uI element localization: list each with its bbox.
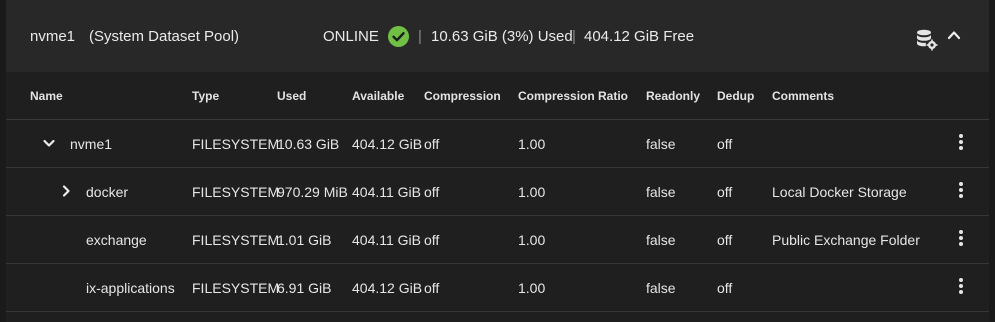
dataset-ratio: 1.00 xyxy=(518,136,546,152)
pool-header: nvme1 (System Dataset Pool) ONLINE | 10.… xyxy=(6,0,989,72)
dataset-ratio: 1.00 xyxy=(518,184,546,200)
column-available[interactable]: Available xyxy=(352,89,404,103)
pool-used: 10.63 GiB (3%) Used xyxy=(431,28,573,45)
dataset-type: FILESYSTEM xyxy=(192,184,280,200)
dataset-comments: Local Docker Storage xyxy=(772,184,907,200)
pool-status: ONLINE xyxy=(323,28,379,45)
dataset-readonly: false xyxy=(646,232,676,248)
dataset-name: exchange xyxy=(86,232,147,248)
header-separator: | xyxy=(572,28,576,45)
dataset-name: docker xyxy=(86,184,129,200)
pool-panel: nvme1 (System Dataset Pool) ONLINE | 10.… xyxy=(6,0,989,322)
chevron-up-icon[interactable] xyxy=(946,28,962,42)
pool-role: (System Dataset Pool) xyxy=(89,28,240,45)
dataset-name: ix-applications xyxy=(86,280,175,296)
dataset-name: nvme1 xyxy=(70,136,113,152)
column-type[interactable]: Type xyxy=(192,89,219,103)
column-name[interactable]: Name xyxy=(30,89,63,103)
dataset-type: FILESYSTEM xyxy=(192,232,280,248)
dataset-type: FILESYSTEM xyxy=(192,280,280,296)
more-vertical-icon[interactable] xyxy=(957,230,965,250)
column-readonly[interactable]: Readonly xyxy=(646,89,700,103)
table-row[interactable]: docker FILESYSTEM 970.29 MiB 404.11 GiB … xyxy=(6,168,989,216)
dataset-used: 6.91 GiB xyxy=(277,280,332,296)
dataset-compression: off xyxy=(424,184,440,200)
table-row[interactable]: nvme1 FILESYSTEM 10.63 GiB 404.12 GiB of… xyxy=(6,120,989,168)
pool-name: nvme1 xyxy=(30,28,76,45)
dataset-dedup: off xyxy=(717,184,733,200)
dataset-dedup: off xyxy=(717,232,733,248)
pool-free: 404.12 GiB Free xyxy=(584,28,695,45)
column-compression-ratio[interactable]: Compression Ratio xyxy=(518,89,628,103)
table-row[interactable]: ix-applications FILESYSTEM 6.91 GiB 404.… xyxy=(6,264,989,312)
dataset-compression: off xyxy=(424,136,440,152)
dataset-dedup: off xyxy=(717,136,733,152)
dataset-readonly: false xyxy=(646,280,676,296)
dataset-ratio: 1.00 xyxy=(518,280,546,296)
table-header: Name Type Used Available Compression Com… xyxy=(6,72,989,120)
header-separator: | xyxy=(418,28,422,45)
column-comments[interactable]: Comments xyxy=(772,89,834,103)
dataset-available: 404.12 GiB xyxy=(352,280,423,296)
dataset-readonly: false xyxy=(646,184,676,200)
dataset-type: FILESYSTEM xyxy=(192,136,280,152)
dataset-dedup: off xyxy=(717,280,733,296)
dataset-ratio: 1.00 xyxy=(518,232,546,248)
column-compression[interactable]: Compression xyxy=(424,89,501,103)
more-vertical-icon[interactable] xyxy=(957,182,965,202)
column-dedup[interactable]: Dedup xyxy=(717,89,754,103)
chevron-down-icon[interactable] xyxy=(42,136,56,150)
dataset-used: 970.29 MiB xyxy=(277,184,348,200)
check-circle-icon xyxy=(388,26,409,47)
dataset-used: 10.63 GiB xyxy=(277,136,340,152)
dataset-compression: off xyxy=(424,232,440,248)
dataset-available: 404.11 GiB xyxy=(352,184,422,200)
database-gear-icon[interactable] xyxy=(915,28,939,52)
table-row[interactable]: exchange FILESYSTEM 1.01 GiB 404.11 GiB … xyxy=(6,216,989,264)
dataset-available: 404.12 GiB xyxy=(352,136,423,152)
chevron-right-icon[interactable] xyxy=(59,184,73,198)
more-vertical-icon[interactable] xyxy=(957,278,965,298)
dataset-compression: off xyxy=(424,280,440,296)
dataset-comments: Public Exchange Folder xyxy=(772,232,920,248)
dataset-readonly: false xyxy=(646,136,676,152)
dataset-available: 404.11 GiB xyxy=(352,232,422,248)
column-used[interactable]: Used xyxy=(277,89,306,103)
more-vertical-icon[interactable] xyxy=(957,134,965,154)
dataset-used: 1.01 GiB xyxy=(277,232,332,248)
